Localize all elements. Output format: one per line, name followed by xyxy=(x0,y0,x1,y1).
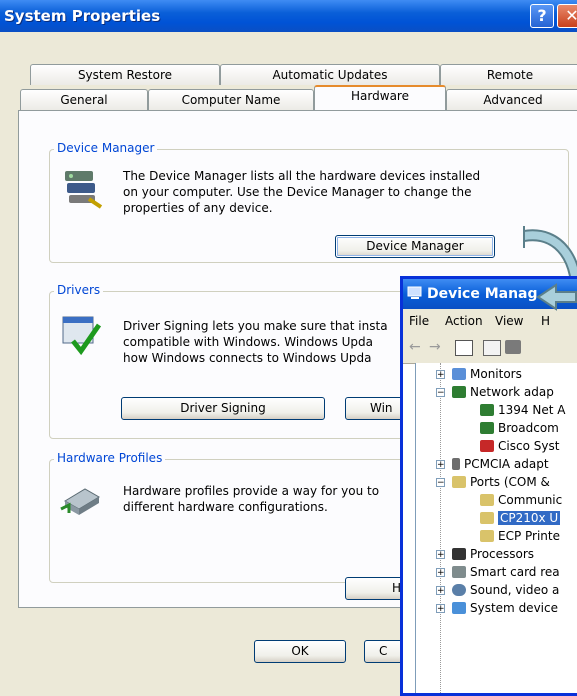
device-manager-icon xyxy=(59,165,105,211)
driver-signing-button[interactable]: Driver Signing xyxy=(121,397,325,420)
device-manager-window[interactable]: Device Manag File Action View H ← → + Mo… xyxy=(400,276,577,696)
expander-sound[interactable]: + xyxy=(436,586,445,596)
close-button[interactable]: ✕ xyxy=(557,4,577,28)
drivers-description-line-2: compatible with Windows. Windows Upda xyxy=(123,335,374,349)
processor-icon xyxy=(452,548,466,560)
network-card-icon xyxy=(480,422,494,434)
help-button[interactable]: ? xyxy=(530,4,554,28)
properties-icon[interactable] xyxy=(483,340,501,356)
network-card-icon xyxy=(480,404,494,416)
menu-view[interactable]: View xyxy=(495,314,523,328)
tree-node-communications-port[interactable]: Communic xyxy=(480,491,562,509)
tree-node-1394-net[interactable]: 1394 Net A xyxy=(480,401,565,419)
expander-smart-card[interactable]: + xyxy=(436,568,445,578)
device-manager-title: Device Manag xyxy=(427,286,538,302)
tab-computer-name[interactable]: Computer Name xyxy=(148,89,314,110)
device-manager-description-line-1: The Device Manager lists all the hardwar… xyxy=(123,169,481,183)
tree-node-smart-card[interactable]: Smart card rea xyxy=(452,563,560,581)
back-arrow-icon[interactable]: ← xyxy=(409,339,421,355)
tree-node-processors[interactable]: Processors xyxy=(452,545,534,563)
tree-node-cisco[interactable]: Cisco Syst xyxy=(480,437,559,455)
drivers-description-line-1: Driver Signing lets you make sure that i… xyxy=(123,319,388,333)
menu-file[interactable]: File xyxy=(409,314,429,328)
tab-hardware[interactable]: Hardware xyxy=(314,85,446,110)
tree-node-pcmcia[interactable]: PCMCIA adapt xyxy=(452,455,549,473)
device-manager-toolbar: ← → xyxy=(403,333,577,364)
menu-action[interactable]: Action xyxy=(445,314,483,328)
tree-node-sound[interactable]: Sound, video a xyxy=(452,581,559,599)
tree-node-monitors[interactable]: Monitors xyxy=(452,365,522,383)
tree-node-cp210x[interactable]: CP210x U xyxy=(480,509,561,527)
forward-arrow-icon[interactable]: → xyxy=(429,339,441,355)
tree-node-broadcom[interactable]: Broadcom xyxy=(480,419,559,437)
expander-pcmcia[interactable]: + xyxy=(436,460,445,470)
port-icon xyxy=(480,512,494,524)
expander-monitors[interactable]: + xyxy=(436,370,445,380)
tree-node-ecp-printer-port[interactable]: ECP Printe xyxy=(480,527,560,545)
pcmcia-icon xyxy=(452,458,460,470)
pointer-arrow-icon xyxy=(536,283,577,311)
network-adapter-icon xyxy=(452,386,466,398)
port-icon xyxy=(452,476,466,488)
port-icon xyxy=(480,530,494,542)
tab-remote[interactable]: Remote xyxy=(440,64,577,85)
hardware-profiles-icon xyxy=(59,479,105,519)
drivers-description-line-3: how Windows connects to Windows Upda xyxy=(123,351,372,365)
menu-help[interactable]: H xyxy=(541,314,550,328)
driver-signing-icon xyxy=(59,311,105,357)
device-tree: + Monitors − Network adap 1394 Net A Bro… xyxy=(415,363,577,693)
hardware-profiles-description-line-1: Hardware profiles provide a way for you … xyxy=(123,484,380,498)
device-manager-button[interactable]: Device Manager xyxy=(335,235,495,258)
drivers-group-label: Drivers xyxy=(54,283,104,297)
tree-node-network-adapters[interactable]: Network adap xyxy=(452,383,554,401)
tab-advanced[interactable]: Advanced xyxy=(446,89,577,110)
disabled-network-card-icon xyxy=(480,440,494,452)
smart-card-icon xyxy=(452,566,466,578)
tree-node-ports[interactable]: Ports (COM & xyxy=(452,473,550,491)
device-manager-description-line-3: properties of any device. xyxy=(123,201,273,215)
device-manager-group-label: Device Manager xyxy=(54,141,158,155)
port-icon xyxy=(480,494,494,506)
sound-icon xyxy=(452,584,466,596)
tab-automatic-updates[interactable]: Automatic Updates xyxy=(220,64,440,85)
device-manager-menubar: File Action View H xyxy=(403,309,577,333)
window-title: System Properties xyxy=(4,7,161,25)
monitor-icon xyxy=(452,368,466,380)
system-device-icon xyxy=(452,602,466,614)
expander-system-devices[interactable]: + xyxy=(436,604,445,614)
tab-general[interactable]: General xyxy=(20,89,148,110)
computer-icon xyxy=(407,286,423,300)
show-hide-tree-icon[interactable] xyxy=(455,340,473,356)
hardware-profiles-description-line-2: different hardware configurations. xyxy=(123,500,328,514)
expander-network-adapters[interactable]: − xyxy=(436,388,445,398)
hardware-profiles-group-label: Hardware Profiles xyxy=(54,451,166,465)
tree-node-system-devices[interactable]: System device xyxy=(452,599,558,617)
device-manager-description-line-2: on your computer. Use the Device Manager… xyxy=(123,185,472,199)
print-icon[interactable] xyxy=(505,340,521,354)
expander-processors[interactable]: + xyxy=(436,550,445,560)
expander-ports[interactable]: − xyxy=(436,478,445,488)
tab-system-restore[interactable]: System Restore xyxy=(30,64,220,85)
ok-button[interactable]: OK xyxy=(254,640,346,663)
